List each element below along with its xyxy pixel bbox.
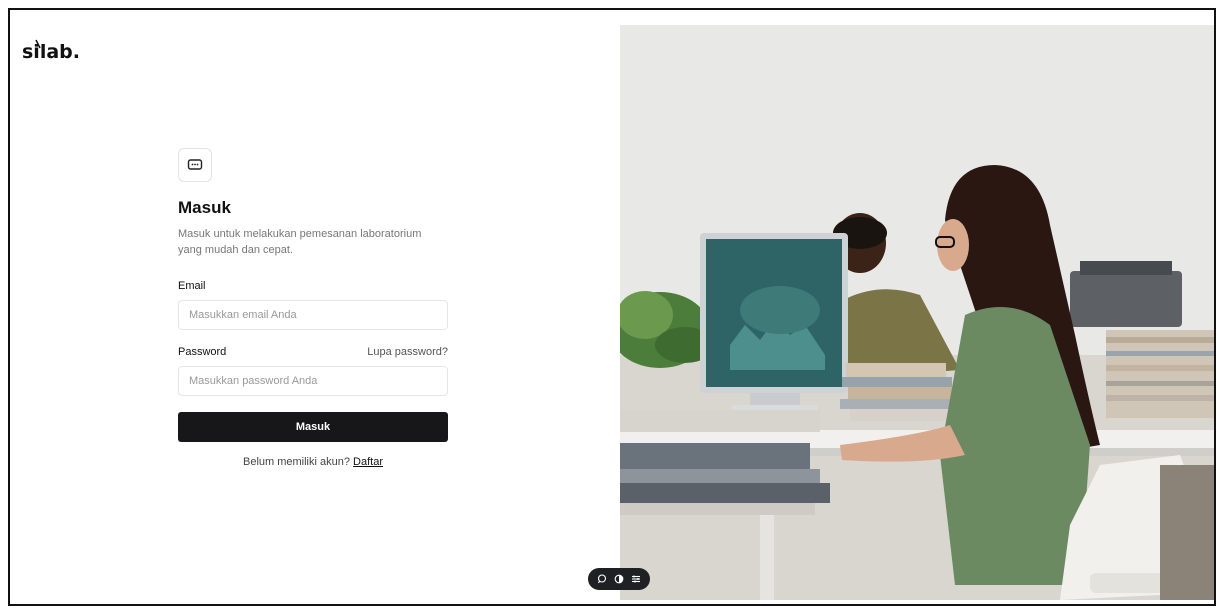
password-field[interactable] — [178, 366, 448, 396]
floating-toolbar — [588, 568, 650, 590]
page-frame: silab. Masuk Masuk untuk melakukan pemes… — [8, 8, 1216, 606]
hero-image — [620, 25, 1214, 600]
register-prompt: Belum memiliki akun? Daftar — [178, 456, 448, 468]
password-label-row: Password Lupa password? — [178, 346, 448, 358]
silab-logo: silab. — [22, 39, 80, 63]
login-button[interactable]: Masuk — [178, 412, 448, 442]
chat-bubble-icon — [178, 148, 212, 182]
comment-icon[interactable] — [595, 572, 609, 586]
password-label: Password — [178, 346, 227, 358]
page-title: Masuk — [178, 198, 231, 217]
settings-icon[interactable] — [629, 572, 643, 586]
email-field[interactable] — [178, 300, 448, 330]
svg-text:silab.: silab. — [22, 41, 80, 63]
page-subtitle: Masuk untuk melakukan pemesanan laborato… — [178, 228, 422, 256]
email-label: Email — [178, 280, 206, 292]
login-panel: Masuk Masuk untuk melakukan pemesanan la… — [178, 148, 450, 468]
register-link[interactable]: Daftar — [353, 456, 383, 468]
forgot-password-link[interactable]: Lupa password? — [367, 346, 448, 358]
toggle-icon[interactable] — [612, 572, 626, 586]
register-prompt-text: Belum memiliki akun? — [242, 456, 350, 468]
